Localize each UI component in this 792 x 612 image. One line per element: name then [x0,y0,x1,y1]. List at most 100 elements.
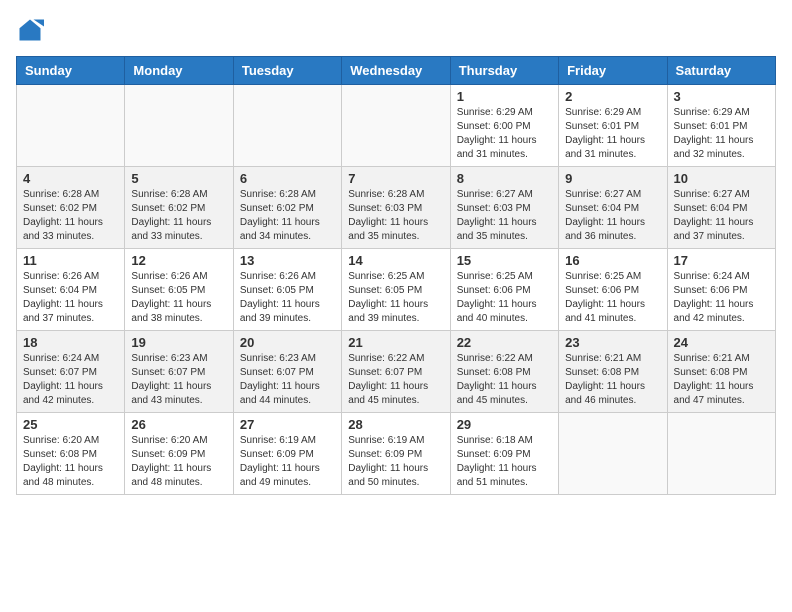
calendar-cell: 22 Sunrise: 6:22 AM Sunset: 6:08 PM Dayli… [450,331,558,413]
calendar-week-row: 18 Sunrise: 6:24 AM Sunset: 6:07 PM Dayli… [17,331,776,413]
logo-icon [16,16,44,44]
day-number: 23 [565,335,660,350]
day-info: Sunrise: 6:24 AM Sunset: 6:06 PM Dayligh… [674,270,769,326]
day-info: Sunrise: 6:18 AM Sunset: 6:09 PM Dayligh… [457,434,552,490]
day-number: 15 [457,253,552,268]
calendar-body: 1 Sunrise: 6:29 AM Sunset: 6:00 PM Daylig… [17,85,776,495]
calendar-cell: 13 Sunrise: 6:26 AM Sunset: 6:05 PM Dayli… [233,249,341,331]
day-number: 28 [348,417,443,432]
day-info: Sunrise: 6:23 AM Sunset: 6:07 PM Dayligh… [131,352,226,408]
day-number: 26 [131,417,226,432]
day-number: 22 [457,335,552,350]
day-info: Sunrise: 6:28 AM Sunset: 6:02 PM Dayligh… [131,188,226,244]
calendar-week-row: 4 Sunrise: 6:28 AM Sunset: 6:02 PM Daylig… [17,167,776,249]
day-number: 1 [457,89,552,104]
calendar-cell: 9 Sunrise: 6:27 AM Sunset: 6:04 PM Daylig… [559,167,667,249]
calendar-cell: 26 Sunrise: 6:20 AM Sunset: 6:09 PM Dayli… [125,413,233,495]
day-header-tuesday: Tuesday [233,57,341,85]
day-info: Sunrise: 6:20 AM Sunset: 6:08 PM Dayligh… [23,434,118,490]
calendar-table: SundayMondayTuesdayWednesdayThursdayFrid… [16,56,776,495]
day-number: 29 [457,417,552,432]
day-header-wednesday: Wednesday [342,57,450,85]
calendar-cell: 29 Sunrise: 6:18 AM Sunset: 6:09 PM Dayli… [450,413,558,495]
day-number: 20 [240,335,335,350]
calendar-cell: 6 Sunrise: 6:28 AM Sunset: 6:02 PM Daylig… [233,167,341,249]
day-info: Sunrise: 6:24 AM Sunset: 6:07 PM Dayligh… [23,352,118,408]
day-number: 18 [23,335,118,350]
day-headers-row: SundayMondayTuesdayWednesdayThursdayFrid… [17,57,776,85]
calendar-cell: 4Sunrise: 6:28 AM Sunset: 6:02 PM Daylig… [17,167,125,249]
calendar-cell [125,85,233,167]
day-number: 10 [674,171,769,186]
day-number: 6 [240,171,335,186]
day-info: Sunrise: 6:26 AM Sunset: 6:04 PM Dayligh… [23,270,118,326]
day-info: Sunrise: 6:27 AM Sunset: 6:04 PM Dayligh… [565,188,660,244]
calendar-cell: 25 Sunrise: 6:20 AM Sunset: 6:08 PM Dayli… [17,413,125,495]
day-header-sunday: Sunday [17,57,125,85]
day-info: Sunrise: 6:25 AM Sunset: 6:06 PM Dayligh… [565,270,660,326]
day-info: Sunrise: 6:19 AM Sunset: 6:09 PM Dayligh… [240,434,335,490]
day-info: Sunrise: 6:29 AM Sunset: 6:00 PM Dayligh… [457,106,552,162]
day-header-monday: Monday [125,57,233,85]
day-number: 3 [674,89,769,104]
calendar-cell [17,85,125,167]
calendar-cell: 17 Sunrise: 6:24 AM Sunset: 6:06 PM Dayli… [667,249,775,331]
calendar-cell: 7 Sunrise: 6:28 AM Sunset: 6:03 PM Daylig… [342,167,450,249]
day-info: Sunrise: 6:29 AM Sunset: 6:01 PM Dayligh… [565,106,660,162]
day-info: Sunrise: 6:28 AM Sunset: 6:03 PM Dayligh… [348,188,443,244]
day-number: 7 [348,171,443,186]
day-number: 24 [674,335,769,350]
day-info: Sunrise: 6:29 AM Sunset: 6:01 PM Dayligh… [674,106,769,162]
calendar-cell: 24 Sunrise: 6:21 AM Sunset: 6:08 PM Dayli… [667,331,775,413]
calendar-cell: 21 Sunrise: 6:22 AM Sunset: 6:07 PM Dayli… [342,331,450,413]
day-info: Sunrise: 6:28 AM Sunset: 6:02 PM Dayligh… [240,188,335,244]
day-info: Sunrise: 6:22 AM Sunset: 6:08 PM Dayligh… [457,352,552,408]
day-number: 8 [457,171,552,186]
day-number: 16 [565,253,660,268]
day-info: Sunrise: 6:22 AM Sunset: 6:07 PM Dayligh… [348,352,443,408]
calendar-cell: 2 Sunrise: 6:29 AM Sunset: 6:01 PM Daylig… [559,85,667,167]
day-number: 13 [240,253,335,268]
calendar-cell: 1 Sunrise: 6:29 AM Sunset: 6:00 PM Daylig… [450,85,558,167]
day-info: Sunrise: 6:25 AM Sunset: 6:05 PM Dayligh… [348,270,443,326]
day-header-saturday: Saturday [667,57,775,85]
calendar-cell: 20 Sunrise: 6:23 AM Sunset: 6:07 PM Dayli… [233,331,341,413]
day-number: 21 [348,335,443,350]
calendar-cell: 11 Sunrise: 6:26 AM Sunset: 6:04 PM Dayli… [17,249,125,331]
calendar-cell [342,85,450,167]
day-info: Sunrise: 6:19 AM Sunset: 6:09 PM Dayligh… [348,434,443,490]
day-number: 9 [565,171,660,186]
logo [16,16,48,44]
day-number: 27 [240,417,335,432]
day-number: 11 [23,253,118,268]
day-number: 12 [131,253,226,268]
calendar-cell: 19 Sunrise: 6:23 AM Sunset: 6:07 PM Dayli… [125,331,233,413]
day-info: Sunrise: 6:21 AM Sunset: 6:08 PM Dayligh… [674,352,769,408]
calendar-cell: 16 Sunrise: 6:25 AM Sunset: 6:06 PM Dayli… [559,249,667,331]
day-info: Sunrise: 6:21 AM Sunset: 6:08 PM Dayligh… [565,352,660,408]
calendar-week-row: 11 Sunrise: 6:26 AM Sunset: 6:04 PM Dayli… [17,249,776,331]
calendar-cell: 5Sunrise: 6:28 AM Sunset: 6:02 PM Daylig… [125,167,233,249]
day-number: 25 [23,417,118,432]
calendar-cell: 18 Sunrise: 6:24 AM Sunset: 6:07 PM Dayli… [17,331,125,413]
day-number: 2 [565,89,660,104]
calendar-cell: 3 Sunrise: 6:29 AM Sunset: 6:01 PM Daylig… [667,85,775,167]
day-info: Sunrise: 6:20 AM Sunset: 6:09 PM Dayligh… [131,434,226,490]
day-number: 17 [674,253,769,268]
day-number: 19 [131,335,226,350]
calendar-cell: 12 Sunrise: 6:26 AM Sunset: 6:05 PM Dayli… [125,249,233,331]
calendar-cell: 27 Sunrise: 6:19 AM Sunset: 6:09 PM Dayli… [233,413,341,495]
calendar-cell [233,85,341,167]
page-header [16,16,776,44]
calendar-cell: 28 Sunrise: 6:19 AM Sunset: 6:09 PM Dayli… [342,413,450,495]
day-info: Sunrise: 6:26 AM Sunset: 6:05 PM Dayligh… [131,270,226,326]
day-info: Sunrise: 6:27 AM Sunset: 6:04 PM Dayligh… [674,188,769,244]
day-number: 14 [348,253,443,268]
calendar-cell: 15Sunrise: 6:25 AM Sunset: 6:06 PM Dayli… [450,249,558,331]
day-header-thursday: Thursday [450,57,558,85]
day-info: Sunrise: 6:26 AM Sunset: 6:05 PM Dayligh… [240,270,335,326]
day-info: Sunrise: 6:23 AM Sunset: 6:07 PM Dayligh… [240,352,335,408]
calendar-week-row: 25 Sunrise: 6:20 AM Sunset: 6:08 PM Dayli… [17,413,776,495]
calendar-cell: 14 Sunrise: 6:25 AM Sunset: 6:05 PM Dayli… [342,249,450,331]
day-number: 4 [23,171,118,186]
